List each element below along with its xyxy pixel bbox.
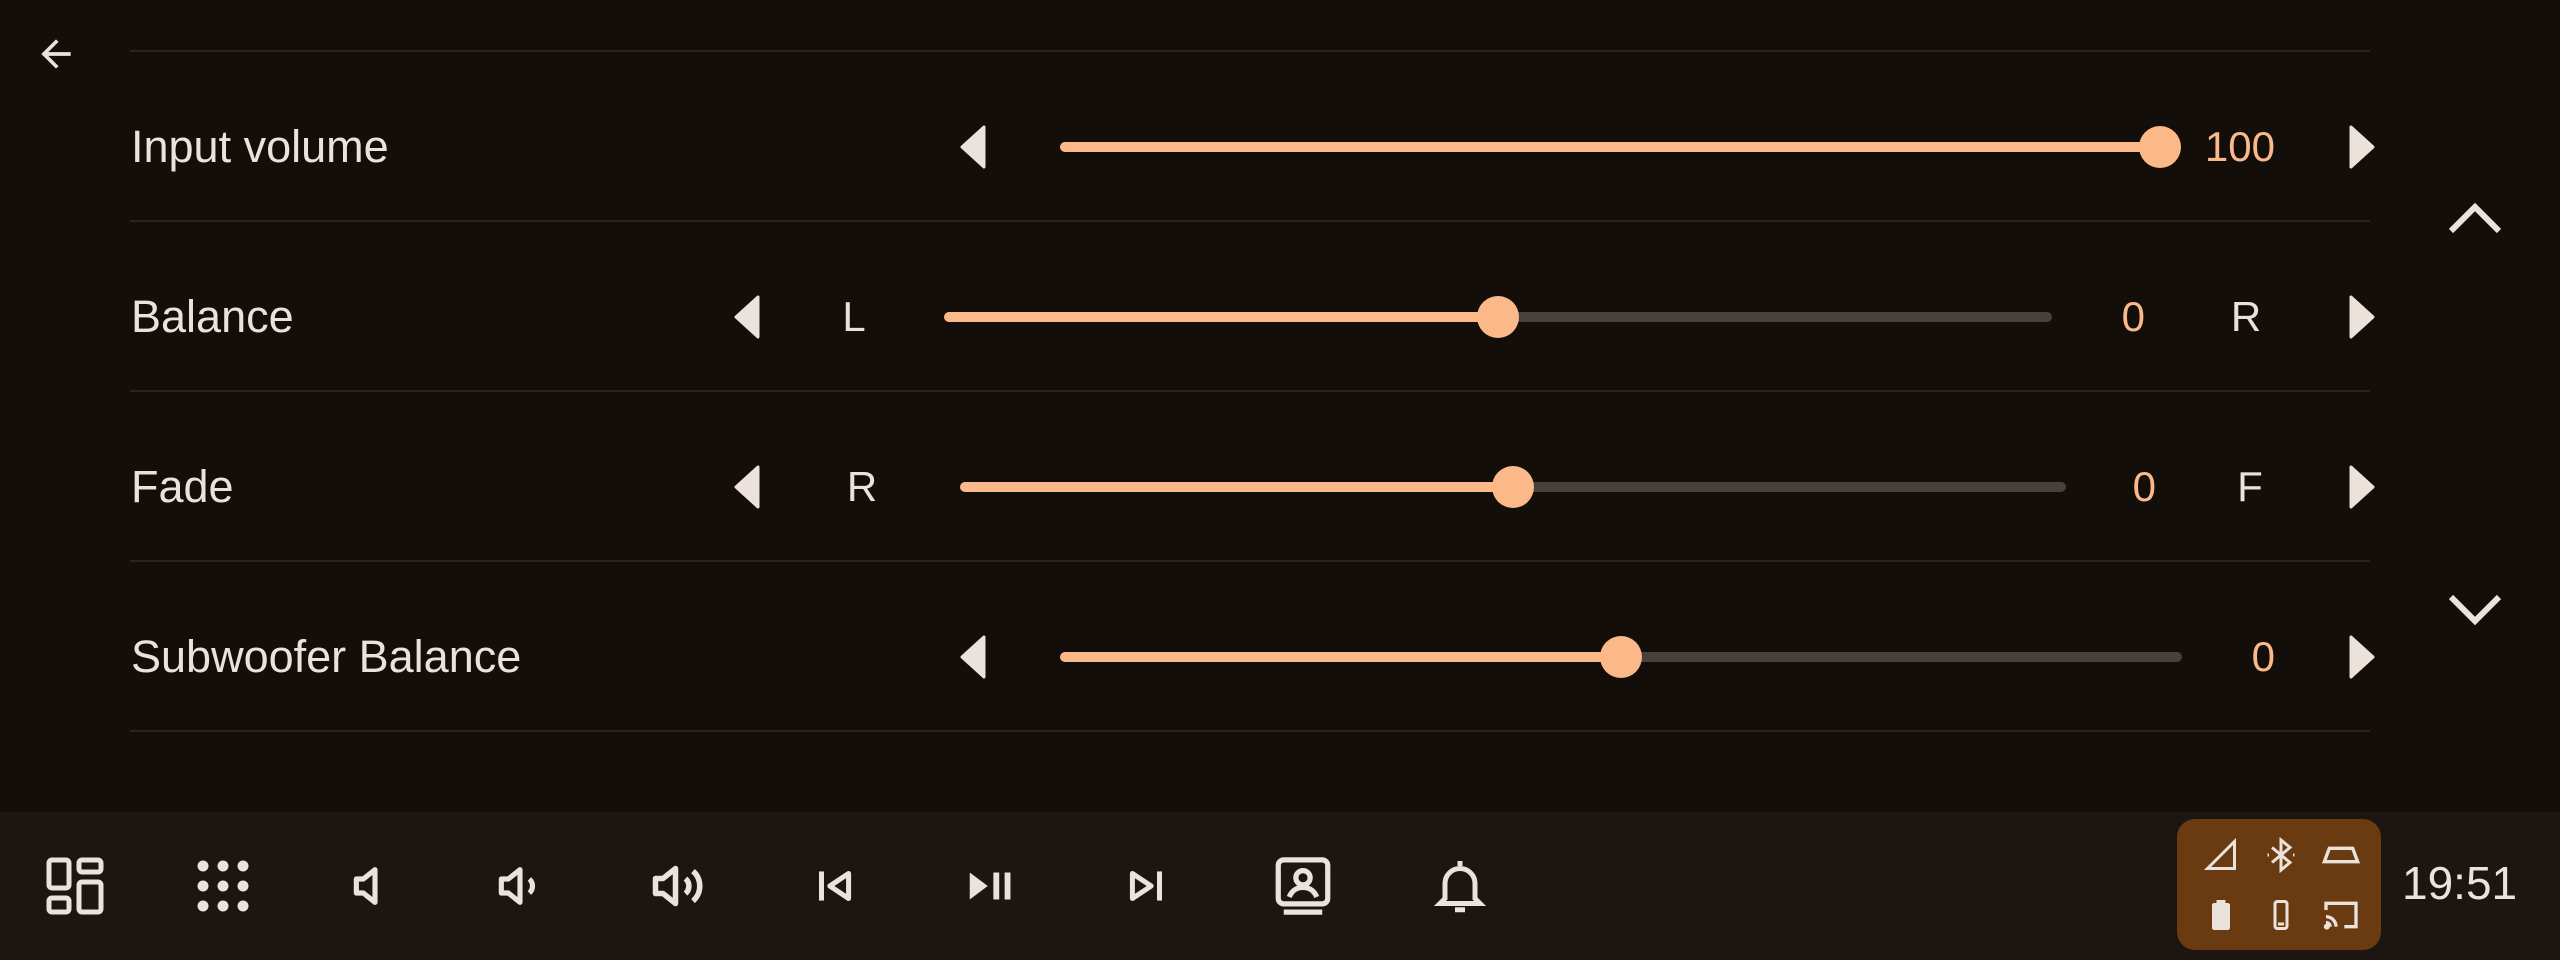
battery-icon bbox=[2197, 891, 2245, 939]
caret-left-icon bbox=[734, 465, 760, 509]
volume-mute-icon bbox=[353, 867, 378, 905]
fade-increase-button[interactable] bbox=[2339, 457, 2385, 517]
input-volume-slider[interactable] bbox=[1060, 126, 2181, 168]
balance-row: Balance L 0 R bbox=[0, 232, 2440, 402]
caret-left-icon bbox=[734, 295, 760, 339]
subwoofer-balance-label: Subwoofer Balance bbox=[131, 631, 522, 682]
slider-fill bbox=[1060, 652, 1621, 662]
caret-right-icon bbox=[2349, 125, 2375, 169]
slider-thumb[interactable] bbox=[1477, 296, 1519, 338]
divider bbox=[130, 390, 2370, 392]
divider bbox=[130, 730, 2370, 732]
volume-up-icon bbox=[652, 865, 703, 907]
input-volume-value: 100 bbox=[2204, 123, 2275, 170]
subwoofer-balance-increase-button[interactable] bbox=[2339, 627, 2385, 687]
divider bbox=[130, 50, 2370, 52]
slider-fill bbox=[1060, 142, 2160, 152]
slider-thumb[interactable] bbox=[1600, 636, 1642, 678]
play-pause-button[interactable] bbox=[952, 848, 1028, 924]
caret-right-icon bbox=[2349, 635, 2375, 679]
skip-next-icon bbox=[1129, 871, 1162, 901]
balance-value: 0 bbox=[2121, 293, 2145, 340]
input-volume-row: Input volume 100 bbox=[0, 62, 2440, 232]
navigation-bar: 19:51 bbox=[0, 812, 2560, 960]
fade-label: Fade bbox=[131, 461, 234, 512]
notifications-button[interactable] bbox=[1422, 848, 1498, 924]
slider-thumb[interactable] bbox=[1492, 466, 1534, 508]
fade-value: 0 bbox=[2132, 463, 2156, 510]
skip-next-button[interactable] bbox=[1109, 848, 1185, 924]
assistant-icon bbox=[1275, 857, 1331, 915]
input-volume-increase-button[interactable] bbox=[2339, 117, 2385, 177]
cellular-signal-icon bbox=[2197, 831, 2245, 879]
caret-right-icon bbox=[2349, 295, 2375, 339]
bluetooth-icon bbox=[2257, 831, 2305, 879]
caret-left-icon bbox=[960, 635, 986, 679]
chevron-down-icon bbox=[2448, 594, 2502, 626]
app-grid-button[interactable] bbox=[185, 848, 261, 924]
scroll-up-button[interactable] bbox=[2443, 186, 2507, 250]
fade-decrease-button[interactable] bbox=[724, 457, 770, 517]
fade-row: Fade R 0 F bbox=[0, 402, 2440, 572]
subwoofer-balance-value: 0 bbox=[2251, 633, 2275, 680]
caret-right-icon bbox=[2349, 465, 2375, 509]
volume-down-button[interactable] bbox=[482, 848, 558, 924]
app-grid-icon bbox=[197, 860, 249, 912]
scroll-down-button[interactable] bbox=[2443, 578, 2507, 642]
skip-previous-icon bbox=[819, 871, 852, 901]
skip-previous-button[interactable] bbox=[796, 848, 872, 924]
fade-slider[interactable] bbox=[960, 466, 2066, 508]
cast-icon bbox=[2317, 891, 2365, 939]
subwoofer-balance-decrease-button[interactable] bbox=[950, 627, 996, 687]
audio-settings-screen: Input volume 100 Balance L 0 R Fade R 0 … bbox=[0, 0, 2560, 812]
chevron-up-icon bbox=[2448, 202, 2502, 234]
balance-label: Balance bbox=[131, 291, 294, 342]
dashboard-button[interactable] bbox=[37, 848, 113, 924]
caret-left-icon bbox=[960, 125, 986, 169]
divider bbox=[130, 220, 2370, 222]
dashboard-icon bbox=[46, 857, 104, 915]
balance-decrease-button[interactable] bbox=[724, 287, 770, 347]
balance-left-end-label: L bbox=[842, 293, 866, 340]
fade-left-end-label: R bbox=[846, 463, 878, 510]
assistant-button[interactable] bbox=[1265, 848, 1341, 924]
volume-mute-button[interactable] bbox=[330, 848, 406, 924]
balance-slider[interactable] bbox=[944, 296, 2052, 338]
play-pause-icon bbox=[969, 872, 1011, 900]
input-volume-label: Input volume bbox=[131, 121, 389, 172]
volume-up-button[interactable] bbox=[640, 848, 716, 924]
status-panel[interactable] bbox=[2177, 819, 2381, 950]
car-icon bbox=[2317, 831, 2365, 879]
balance-right-end-label: R bbox=[2230, 293, 2262, 340]
balance-increase-button[interactable] bbox=[2339, 287, 2385, 347]
slider-fill bbox=[944, 312, 1498, 322]
slider-fill bbox=[960, 482, 1513, 492]
divider bbox=[130, 560, 2370, 562]
volume-down-icon bbox=[498, 867, 535, 905]
subwoofer-balance-slider[interactable] bbox=[1060, 636, 2182, 678]
phone-icon bbox=[2257, 891, 2305, 939]
clock: 19:51 bbox=[2402, 857, 2518, 909]
input-volume-decrease-button[interactable] bbox=[950, 117, 996, 177]
fade-right-end-label: F bbox=[2237, 463, 2263, 510]
notification-bell-icon bbox=[1433, 861, 1487, 913]
subwoofer-balance-row: Subwoofer Balance 0 bbox=[0, 572, 2440, 742]
